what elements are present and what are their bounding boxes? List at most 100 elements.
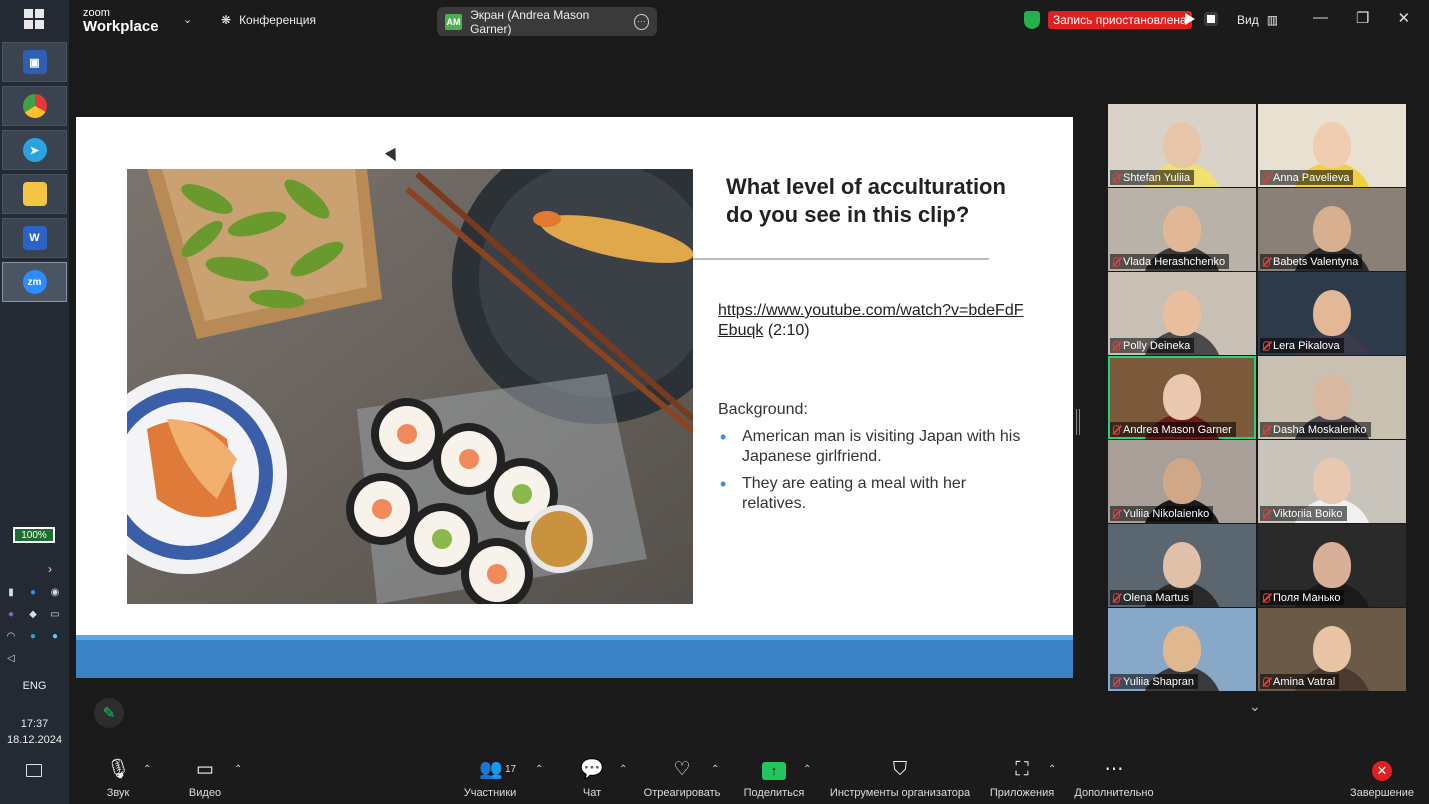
windows-start-icon[interactable] xyxy=(24,9,44,29)
participant-nameplate: Anna Pavelieva xyxy=(1260,170,1354,185)
bullet-item: They are eating a meal with her relative… xyxy=(718,474,1028,514)
notification-icon[interactable] xyxy=(26,764,42,777)
participant-face xyxy=(1313,206,1351,252)
telegram-tray-icon[interactable]: ● xyxy=(24,628,42,644)
youtube-link[interactable]: https://www.youtube.com/watch?v=bdeFdFEb… xyxy=(718,302,1023,339)
zoom-icon: zm xyxy=(22,270,47,294)
participant-tile[interactable]: Olena Martus xyxy=(1108,524,1256,607)
muted-mic-icon xyxy=(1113,256,1120,267)
participant-tile[interactable]: Shtefan Yuliia xyxy=(1108,104,1256,187)
paw-icon: ❋ xyxy=(221,13,232,27)
audio-options-caret-icon[interactable]: ⌃ xyxy=(143,764,151,775)
chat-caret-icon[interactable]: ⌃ xyxy=(619,764,627,775)
participant-tile[interactable]: Anna Pavelieva xyxy=(1258,104,1406,187)
zoom-tray-icon[interactable]: ● xyxy=(24,584,42,600)
video-camera-icon: ▭ xyxy=(196,759,214,780)
participant-tile[interactable]: Babets Valentyna xyxy=(1258,188,1406,271)
chevron-right-icon[interactable]: › xyxy=(48,562,52,576)
muted-mic-icon xyxy=(1263,676,1270,687)
chat-label: Чат xyxy=(582,787,602,799)
clock-time: 17:37 xyxy=(20,718,49,730)
participant-tile[interactable]: Polly Deineka xyxy=(1108,272,1256,355)
react-caret-icon[interactable]: ⌃ xyxy=(711,764,719,775)
share-caret-icon[interactable]: ⌃ xyxy=(803,764,811,775)
gallery-scroll-down-icon[interactable]: ⌄ xyxy=(1249,698,1261,715)
link-duration: (2:10) xyxy=(767,322,810,339)
end-meeting-icon: ✕ xyxy=(1372,761,1392,781)
viber-icon[interactable]: ● xyxy=(2,606,20,622)
minimize-icon[interactable]: — xyxy=(1313,9,1328,27)
share-button[interactable]: ↑ Поделиться xyxy=(741,758,807,799)
participants-label: Участники xyxy=(463,787,517,799)
wifi-icon[interactable]: ◠ xyxy=(2,628,20,644)
close-icon[interactable]: ✕ xyxy=(1397,9,1410,27)
participant-tile[interactable]: Viktoriia Boiko xyxy=(1258,440,1406,523)
participants-caret-icon[interactable]: ⌃ xyxy=(535,764,543,775)
video-options-caret-icon[interactable]: ⌃ xyxy=(234,764,242,775)
participant-tile[interactable]: Amina Vatral xyxy=(1258,608,1406,691)
end-meeting-button[interactable]: ✕ Завершение xyxy=(1347,758,1417,799)
muted-mic-icon xyxy=(1263,424,1270,435)
participant-name: Amina Vatral xyxy=(1273,675,1336,688)
window-controls: — ❐ ✕ xyxy=(1313,9,1410,27)
host-tools-button[interactable]: ⛉ Инструменты организатора xyxy=(827,758,973,799)
apps-button[interactable]: ⛶ Приложения xyxy=(987,758,1057,799)
apps-label: Приложения xyxy=(989,787,1055,799)
participant-tile[interactable]: Dasha Moskalenko xyxy=(1258,356,1406,439)
recording-status-badge: Запись приостановлена xyxy=(1048,11,1192,29)
taskbar-file-explorer[interactable] xyxy=(2,174,67,214)
defender-icon[interactable]: ◆ xyxy=(24,606,42,622)
taskbar-chrome[interactable] xyxy=(2,86,67,126)
view-menu[interactable]: Вид ▥ xyxy=(1237,13,1278,27)
more-label: Дополнительно xyxy=(1074,787,1154,799)
taskbar-save-app[interactable]: ▣ xyxy=(2,42,67,82)
food-photo-illustration xyxy=(127,169,693,604)
participant-tile[interactable]: Yuliia Nikolaienko xyxy=(1108,440,1256,523)
taskbar-telegram[interactable]: ➤ xyxy=(2,130,67,170)
tray-row-2: ● ◆ ▭ xyxy=(2,606,64,622)
video-label: Видео xyxy=(188,787,222,799)
volume-icon[interactable]: ◁ xyxy=(2,650,20,666)
muted-mic-icon xyxy=(1263,592,1270,603)
participant-face xyxy=(1313,542,1351,588)
participant-face xyxy=(1163,626,1201,672)
resume-recording-icon[interactable] xyxy=(1185,13,1195,25)
stop-recording-icon[interactable] xyxy=(1204,12,1218,26)
participant-face xyxy=(1163,290,1201,336)
participant-name: Andrea Mason Garner xyxy=(1123,423,1232,436)
apps-icon: ⛶ xyxy=(1015,759,1029,780)
cloud-icon[interactable]: ● xyxy=(46,628,64,644)
chat-button[interactable]: 💬 Чат xyxy=(577,758,607,799)
usb-icon[interactable]: ▮ xyxy=(2,584,20,600)
participant-tile[interactable]: Vlada Herashchenko xyxy=(1108,188,1256,271)
audio-button[interactable]: 🎙 Звук xyxy=(103,758,133,799)
clock[interactable]: 17:37 18.12.2024 xyxy=(0,716,69,748)
participant-tile[interactable]: Поля Манько xyxy=(1258,524,1406,607)
participant-tile[interactable]: Yuliia Shapran xyxy=(1108,608,1256,691)
participant-tile[interactable]: Andrea Mason Garner xyxy=(1108,356,1256,439)
zoom-topbar: zoom Workplace ⌄ ❋ Конференция AM Экран … xyxy=(69,0,1429,42)
taskbar-word[interactable]: W xyxy=(2,218,67,258)
participant-nameplate: Vlada Herashchenko xyxy=(1110,254,1230,269)
zoom-toolbar: 🎙 Звук ⌃ ▭ Видео ⌃ 👥 Участники 17 ⌃ 💬 Ча… xyxy=(69,750,1429,804)
keyboard-icon[interactable]: ▭ xyxy=(46,606,64,622)
annotate-pen-icon[interactable]: ✎ xyxy=(94,698,124,728)
security-shield-icon[interactable] xyxy=(1024,11,1040,29)
chevron-down-icon[interactable]: ⌄ xyxy=(183,13,192,26)
grammarly-icon[interactable]: ◉ xyxy=(46,584,64,600)
splitter-handle[interactable] xyxy=(1076,409,1080,435)
participant-tile[interactable]: Lera Pikalova xyxy=(1258,272,1406,355)
participant-name: Lera Pikalova xyxy=(1273,339,1340,352)
taskbar-zoom[interactable]: zm xyxy=(2,262,67,302)
video-button[interactable]: ▭ Видео xyxy=(187,758,223,799)
tray-row-1: ▮ ● ◉ xyxy=(2,584,64,600)
more-button[interactable]: ⋯ Дополнительно xyxy=(1071,758,1157,799)
muted-mic-icon xyxy=(1263,508,1270,519)
language-indicator[interactable]: ENG xyxy=(0,680,69,692)
tray-row-4: ◁ xyxy=(2,650,20,666)
restore-icon[interactable]: ❐ xyxy=(1356,9,1369,27)
conference-menu[interactable]: ❋ Конференция xyxy=(221,13,316,27)
apps-caret-icon[interactable]: ⌃ xyxy=(1048,764,1056,775)
screen-share-indicator[interactable]: AM Экран (Andrea Mason Garner) ⋯ xyxy=(437,7,657,36)
more-options-icon[interactable]: ⋯ xyxy=(633,13,650,30)
